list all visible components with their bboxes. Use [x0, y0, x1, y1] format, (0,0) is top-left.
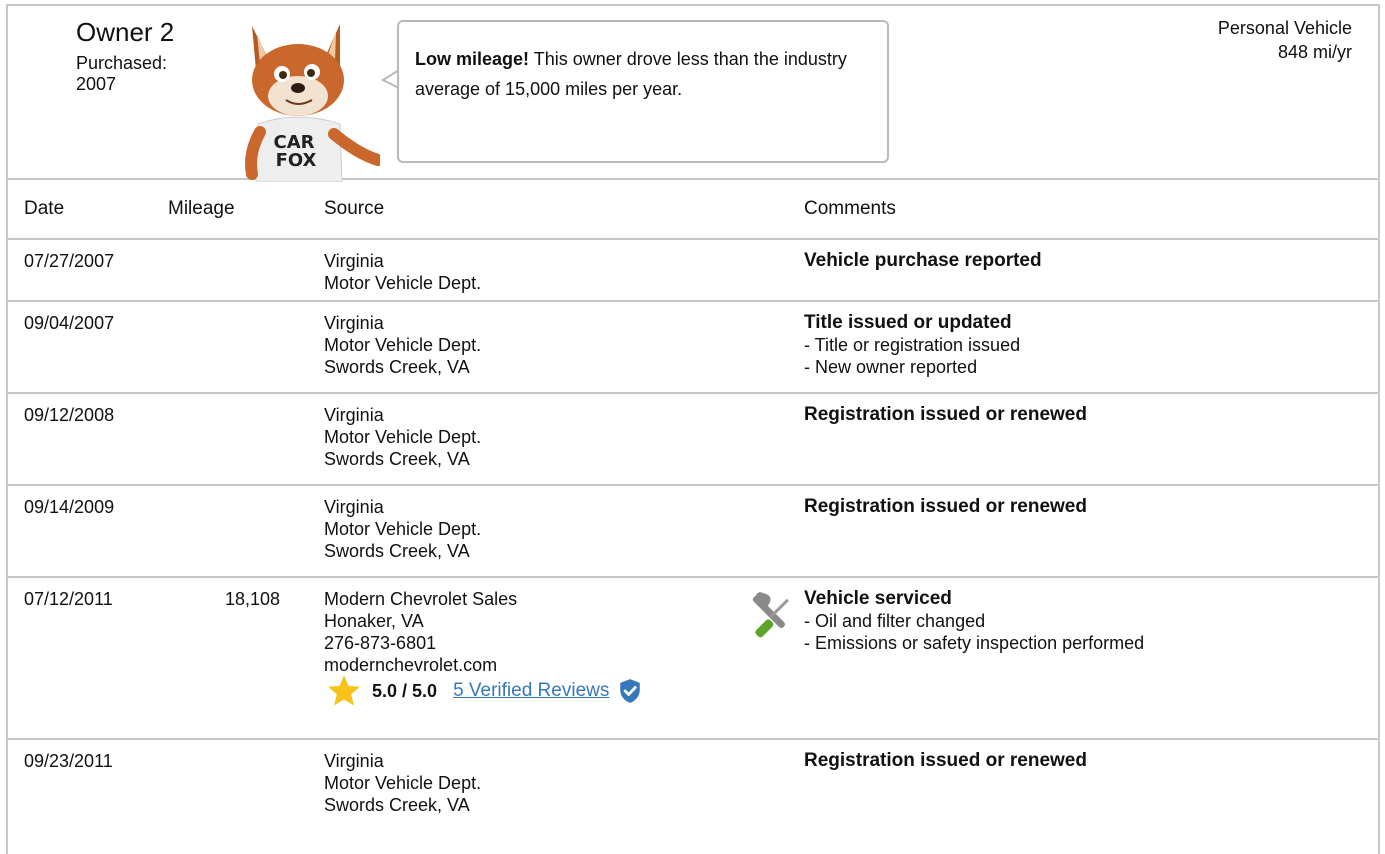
source-line: Swords Creek, VA: [324, 449, 470, 469]
comment-line: - Title or registration issued: [804, 335, 1021, 355]
source-line: Virginia: [324, 313, 384, 333]
record-date: 09/14/2009: [24, 497, 115, 517]
table-row: 09/12/2008 Virginia Motor Vehicle Dept. …: [8, 394, 1378, 486]
source-line: Motor Vehicle Dept.: [324, 519, 482, 539]
owner-header: Owner 2 Purchased: 2007 CAR FOX Low mile…: [8, 6, 1378, 182]
star-icon: [328, 675, 360, 706]
table-row: 07/12/2011 18,108 Modern Chevrolet Sales…: [8, 578, 1378, 740]
record-date: 07/12/2011: [24, 589, 113, 609]
source-line: Virginia: [324, 405, 384, 425]
comment-title: Registration issued or renewed: [804, 496, 1087, 517]
source-line: Virginia: [324, 751, 384, 771]
usage-summary: Personal Vehicle 848 mi/yr: [1218, 16, 1352, 64]
source-line: Motor Vehicle Dept.: [324, 335, 482, 355]
record-source: Virginia Motor Vehicle Dept. Swords Cree…: [324, 404, 481, 470]
record-comment: Title issued or updated - Title or regis…: [804, 312, 1020, 378]
service-wrench-screwdriver-icon: [752, 592, 789, 638]
source-line: Motor Vehicle Dept.: [324, 273, 482, 293]
record-date: 09/23/2011: [24, 751, 113, 771]
record-date: 09/12/2008: [24, 405, 115, 425]
table-row: 09/04/2007 Virginia Motor Vehicle Dept. …: [8, 302, 1378, 394]
record-source: Virginia Motor Vehicle Dept. Swords Cree…: [324, 312, 481, 378]
source-line: Swords Creek, VA: [324, 795, 470, 815]
carfox-mascot-icon: CAR FOX: [245, 24, 380, 182]
record-comment: Registration issued or renewed: [804, 750, 1087, 772]
table-row: 09/23/2011 Virginia Motor Vehicle Dept. …: [8, 740, 1378, 850]
usage-type: Personal Vehicle: [1217, 18, 1352, 38]
record-comment: Vehicle purchase reported: [804, 250, 1042, 272]
col-mileage: Mileage: [168, 198, 235, 219]
owner-title: Owner 2: [76, 17, 175, 47]
usage-rate: 848 mi/yr: [1277, 42, 1352, 62]
purchased-year: 2007: [76, 74, 117, 94]
comment-title: Registration issued or renewed: [804, 750, 1087, 771]
record-date: 09/04/2007: [24, 313, 115, 333]
purchased-info: Purchased: 2007: [76, 53, 167, 95]
source-line: Virginia: [324, 251, 384, 271]
comment-line: - Oil and filter changed: [804, 611, 986, 631]
record-comment: Registration issued or renewed: [804, 404, 1087, 426]
record-source: Virginia Motor Vehicle Dept. Swords Cree…: [324, 496, 481, 562]
col-comments: Comments: [804, 198, 896, 219]
comment-line: - New owner reported: [804, 357, 978, 377]
record-date: 07/27/2007: [24, 251, 115, 271]
comment-title: Vehicle serviced: [804, 588, 952, 609]
comment-title: Vehicle purchase reported: [804, 250, 1042, 271]
table-row: 09/14/2009 Virginia Motor Vehicle Dept. …: [8, 486, 1378, 578]
record-source: Virginia Motor Vehicle Dept.: [324, 250, 481, 294]
source-line: Motor Vehicle Dept.: [324, 427, 482, 447]
record-source: Virginia Motor Vehicle Dept. Swords Cree…: [324, 750, 481, 816]
dealer-rating: 5.0 / 5.0 5 Verified Reviews: [326, 674, 643, 708]
source-line: Virginia: [324, 497, 384, 517]
comment-line: - Emissions or safety inspection perform…: [804, 633, 1145, 653]
source-line: 276-873-6801: [324, 633, 437, 653]
comment-title: Registration issued or renewed: [804, 404, 1087, 425]
shirt-text-fox: FOX: [276, 150, 317, 171]
purchased-label: Purchased:: [76, 53, 168, 73]
record-source: Modern Chevrolet Sales Honaker, VA 276-8…: [324, 588, 517, 676]
rating-score: 5.0 / 5.0: [372, 681, 438, 701]
col-date: Date: [24, 198, 65, 219]
source-line: Honaker, VA: [324, 611, 424, 631]
comment-title: Title issued or updated: [804, 312, 1012, 333]
low-mileage-bubble: Low mileage! This owner drove less than …: [397, 20, 889, 163]
table-row: 07/27/2007 Virginia Motor Vehicle Dept. …: [8, 240, 1378, 302]
source-line: Motor Vehicle Dept.: [324, 773, 482, 793]
record-comment: Vehicle serviced - Oil and filter change…: [804, 588, 1144, 654]
verified-reviews-link[interactable]: 5 Verified Reviews: [453, 680, 609, 702]
bubble-headline: Low mileage!: [415, 49, 530, 69]
record-comment: Registration issued or renewed: [804, 496, 1087, 518]
table-header: Date Mileage Source Comments: [8, 180, 1378, 240]
source-line: Swords Creek, VA: [324, 541, 470, 561]
col-source: Source: [324, 198, 385, 219]
owner-history-panel: Owner 2 Purchased: 2007 CAR FOX Low mile…: [6, 4, 1380, 854]
source-line: Modern Chevrolet Sales: [324, 589, 518, 609]
record-mileage: 18,108: [224, 589, 280, 609]
source-line: Swords Creek, VA: [324, 357, 470, 377]
verified-shield-icon: [620, 679, 641, 703]
